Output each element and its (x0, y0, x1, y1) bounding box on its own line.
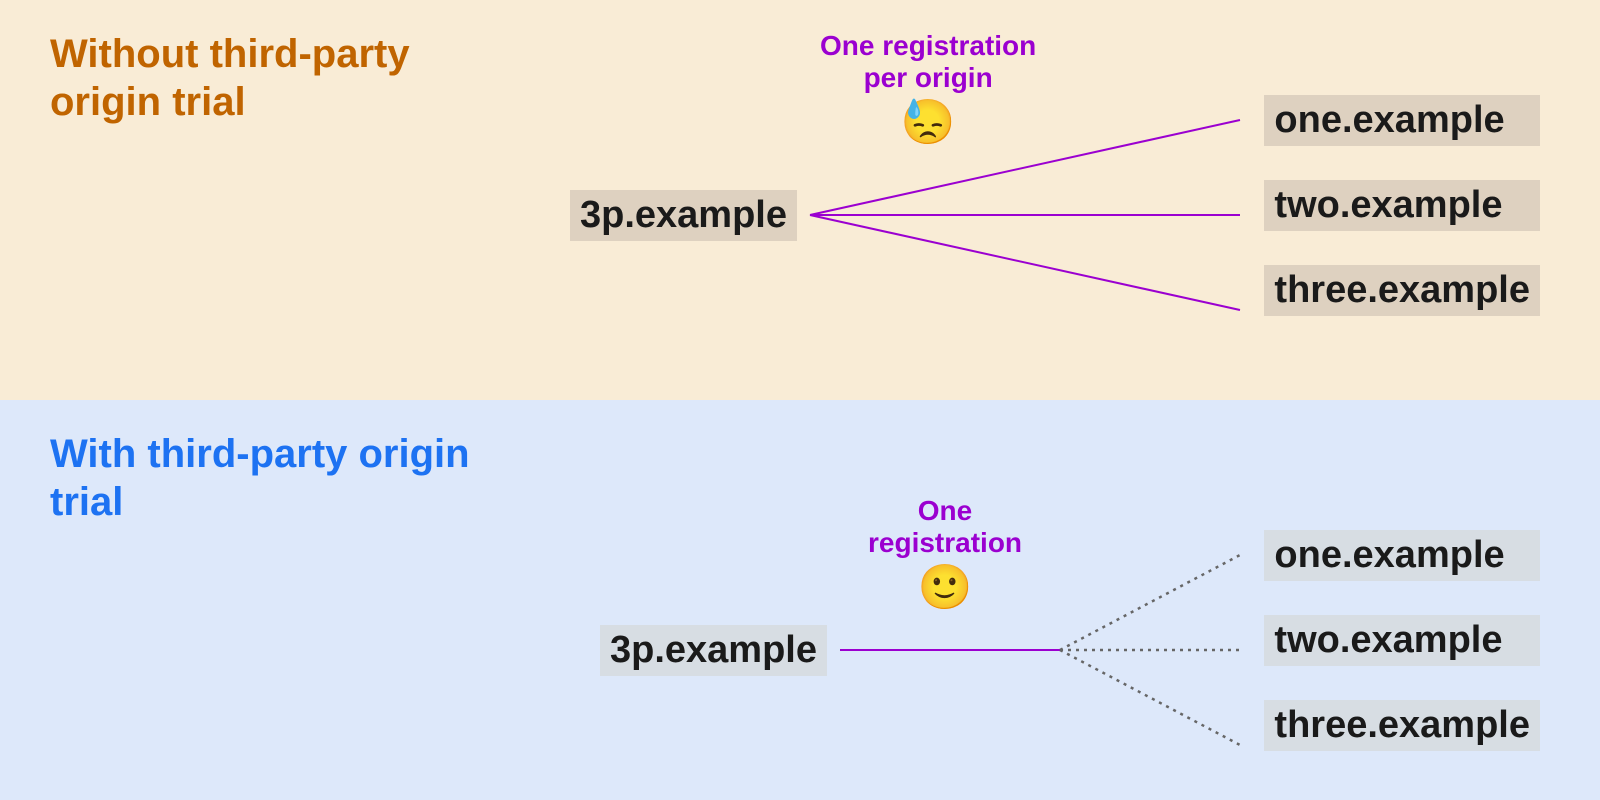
panel-title: Without third-party origin trial (50, 30, 470, 126)
annotation-bottom: Oneregistration 🙂 (868, 495, 1022, 614)
annotation-top: One registrationper origin 😓 (820, 30, 1036, 149)
target-origin: one.example (1264, 95, 1540, 146)
target-origin: three.example (1264, 265, 1540, 316)
source-origin: 3p.example (570, 190, 797, 241)
target-origin: three.example (1264, 700, 1540, 751)
happy-emoji-icon: 🙂 (868, 563, 1022, 614)
source-origin: 3p.example (600, 625, 827, 676)
target-list-bottom: one.example two.example three.example (1264, 530, 1540, 751)
target-origin: two.example (1264, 180, 1540, 231)
target-origin: two.example (1264, 615, 1540, 666)
target-list-top: one.example two.example three.example (1264, 95, 1540, 316)
annotation-text: One registrationper origin (820, 30, 1036, 93)
panel-with-third-party: With third-party origin trial 3p.example… (0, 400, 1600, 800)
annotation-text: Oneregistration (868, 495, 1022, 558)
panel-without-third-party: Without third-party origin trial 3p.exam… (0, 0, 1600, 400)
sad-emoji-icon: 😓 (820, 98, 1036, 149)
target-origin: one.example (1264, 530, 1540, 581)
panel-title: With third-party origin trial (50, 430, 470, 526)
